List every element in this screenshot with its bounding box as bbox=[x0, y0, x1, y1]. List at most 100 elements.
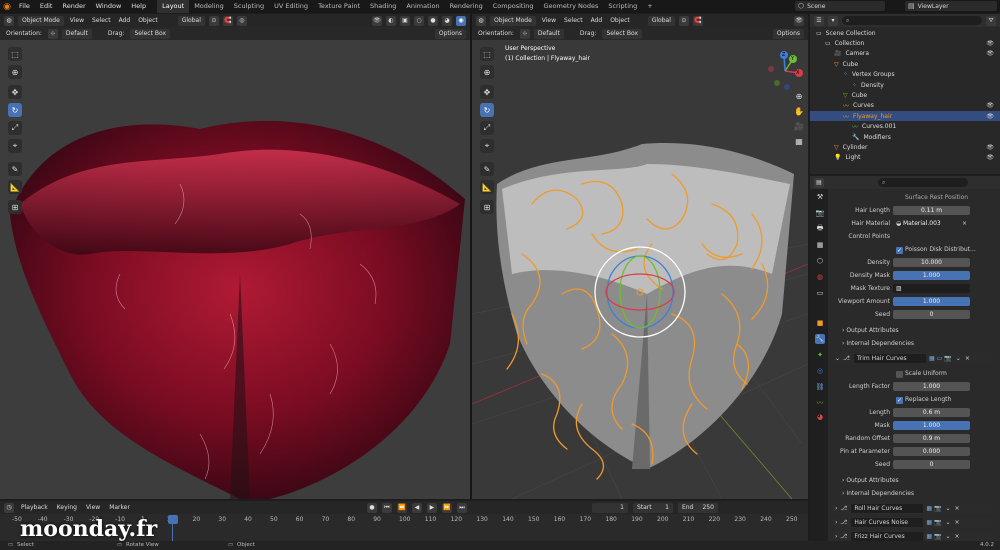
tab-compositing[interactable]: Compositing bbox=[488, 0, 539, 13]
outliner-row[interactable]: ▭ Scene Collection bbox=[810, 28, 1000, 38]
outliner-row[interactable]: 🎥 Camera 👁 bbox=[810, 49, 1000, 59]
camera-view-icon[interactable]: 🎥 bbox=[792, 119, 806, 133]
realtime-icon[interactable]: ▦ bbox=[926, 533, 932, 540]
outliner-row[interactable]: ▽ Cube bbox=[810, 59, 1000, 69]
rotate-tool-icon[interactable]: ↻ bbox=[480, 103, 494, 117]
tab-animation[interactable]: Animation bbox=[401, 0, 444, 13]
outliner-row[interactable]: 〰 Curves.001 bbox=[810, 122, 1000, 132]
tab-uv-editing[interactable]: UV Editing bbox=[269, 0, 313, 13]
particles-tab-icon[interactable]: ✦ bbox=[815, 350, 825, 360]
chevron-right-icon[interactable]: › bbox=[835, 519, 837, 526]
edit-mode-icon[interactable]: ▦ bbox=[929, 355, 935, 362]
mode-selector[interactable]: Object Mode bbox=[18, 15, 64, 26]
play-icon[interactable]: ▶ bbox=[426, 502, 437, 513]
visibility-eye-icon[interactable]: 👁 bbox=[986, 113, 994, 120]
render-tab-icon[interactable]: 📷 bbox=[815, 208, 825, 218]
seed-field[interactable]: 0 bbox=[893, 310, 970, 319]
measure-tool-icon[interactable]: 📐 bbox=[480, 180, 494, 194]
object-tab-icon[interactable]: ■ bbox=[815, 318, 825, 328]
menu-edit[interactable]: Edit bbox=[35, 0, 58, 13]
scene-selector[interactable]: ⬡ Scene bbox=[795, 1, 885, 11]
start-frame-field[interactable]: Start 1 bbox=[632, 502, 673, 513]
jump-end-icon[interactable]: ⏭ bbox=[456, 502, 467, 513]
render-icon[interactable]: 📷 bbox=[934, 533, 941, 540]
length-factor-field[interactable]: 1.000 bbox=[893, 382, 970, 391]
output-attributes-panel[interactable]: › Output Attributes bbox=[842, 477, 899, 484]
add-cube-tool-icon[interactable]: ⊞ bbox=[480, 200, 494, 214]
jump-start-icon[interactable]: ⏮ bbox=[381, 502, 392, 513]
pin-at-parameter-field[interactable]: 0.000 bbox=[893, 447, 970, 456]
data-tab-icon[interactable]: 〰 bbox=[815, 398, 825, 408]
drag-dropdown[interactable]: Select Box bbox=[130, 28, 171, 39]
filter-icon[interactable]: ⛛ bbox=[986, 15, 996, 26]
orientation-dropdown[interactable]: Default bbox=[533, 28, 564, 39]
visibility-eye-icon[interactable]: 👁 bbox=[986, 154, 994, 161]
trim-hair-curves-modifier[interactable]: ⌄ ⎇ Trim Hair Curves ▦ ▭ 📷 ⌄ × bbox=[833, 353, 993, 364]
rotate-tool-icon[interactable]: ↻ bbox=[8, 103, 22, 117]
pivot-icon[interactable]: ⊙ bbox=[678, 15, 689, 26]
shading-wire-icon[interactable]: ○ bbox=[414, 15, 424, 26]
menu-render[interactable]: Render bbox=[57, 0, 90, 13]
outliner-row[interactable]: 💡 Light 👁 bbox=[810, 153, 1000, 163]
scale-tool-icon[interactable]: ⤢ bbox=[8, 121, 22, 135]
options-button[interactable]: Options bbox=[772, 28, 804, 39]
replace-length-checkbox[interactable]: ✓ bbox=[896, 397, 903, 404]
delete-icon[interactable]: × bbox=[955, 505, 960, 512]
transform-tool-icon[interactable]: ⌖ bbox=[480, 139, 494, 153]
right-viewport[interactable]: User Perspective (1) Collection | Flyawa… bbox=[472, 14, 808, 499]
orientation-dropdown[interactable]: Default bbox=[61, 28, 92, 39]
properties-type-icon[interactable]: ▤ bbox=[814, 177, 824, 188]
drag-dropdown[interactable]: Select Box bbox=[602, 28, 643, 39]
chevron-right-icon[interactable]: › bbox=[835, 505, 837, 512]
properties-search-input[interactable]: ⌕ bbox=[878, 178, 968, 187]
realtime-icon[interactable]: ▦ bbox=[926, 505, 932, 512]
tab-modeling[interactable]: Modeling bbox=[189, 0, 229, 13]
proportional-icon[interactable]: ◎ bbox=[236, 15, 247, 26]
scale-tool-icon[interactable]: ⤢ bbox=[480, 121, 494, 135]
snap-icon[interactable]: 🧲 bbox=[692, 15, 703, 26]
menu-select[interactable]: Select bbox=[562, 17, 585, 24]
menu-add[interactable]: Add bbox=[117, 17, 133, 24]
outliner-row[interactable]: ⁘ Vertex Groups bbox=[810, 70, 1000, 80]
add-workspace-button[interactable]: + bbox=[642, 0, 657, 13]
select-box-tool-icon[interactable]: ⬚ bbox=[8, 47, 22, 61]
mask-texture-field[interactable]: ▨ bbox=[893, 284, 970, 293]
display-mode-icon[interactable]: ▾ bbox=[828, 15, 838, 26]
view-layer-tab-icon[interactable]: ▦ bbox=[815, 240, 825, 250]
zoom-icon[interactable]: ⊕ bbox=[792, 89, 806, 103]
current-frame-field[interactable]: 1 bbox=[591, 502, 628, 513]
timeline-type-icon[interactable]: ◷ bbox=[4, 502, 14, 513]
tab-sculpting[interactable]: Sculpting bbox=[229, 0, 269, 13]
render-icon[interactable]: 📷 bbox=[934, 505, 941, 512]
outliner-type-icon[interactable]: ☰ bbox=[814, 15, 824, 26]
modifier-tab-icon[interactable]: 🔧 bbox=[815, 334, 825, 344]
material-tab-icon[interactable]: ◕ bbox=[815, 412, 825, 422]
menu-add[interactable]: Add bbox=[589, 17, 605, 24]
measure-tool-icon[interactable]: 📐 bbox=[8, 180, 22, 194]
move-tool-icon[interactable]: ✥ bbox=[480, 85, 494, 99]
outliner-row[interactable]: ▽ Cube bbox=[810, 90, 1000, 100]
options-button[interactable]: Options bbox=[434, 28, 466, 39]
menu-help[interactable]: Help bbox=[126, 0, 151, 13]
end-frame-field[interactable]: End 250 bbox=[677, 502, 718, 513]
next-key-icon[interactable]: ⏩ bbox=[441, 502, 452, 513]
play-reverse-icon[interactable]: ◀ bbox=[411, 502, 422, 513]
modifier-name-field[interactable]: Trim Hair Curves bbox=[853, 354, 926, 363]
outliner-row[interactable]: ▭ Collection 👁 bbox=[810, 38, 1000, 48]
mode-selector[interactable]: Object Mode bbox=[490, 15, 536, 26]
density-field[interactable]: 10.000 bbox=[893, 258, 970, 267]
scene-tab-icon[interactable]: ⬡ bbox=[815, 256, 825, 266]
menu-window[interactable]: Window bbox=[91, 0, 127, 13]
delete-icon[interactable]: × bbox=[955, 533, 960, 540]
transform-tool-icon[interactable]: ⌖ bbox=[8, 139, 22, 153]
menu-marker[interactable]: Marker bbox=[107, 504, 132, 511]
shading-rendered-icon[interactable]: ◉ bbox=[456, 15, 466, 26]
menu-object[interactable]: Object bbox=[136, 17, 160, 24]
move-tool-icon[interactable]: ✥ bbox=[8, 85, 22, 99]
mask-field[interactable]: 1.000 bbox=[893, 421, 970, 430]
annotate-tool-icon[interactable]: ✎ bbox=[480, 162, 494, 176]
visibility-icon[interactable]: 👁 bbox=[794, 15, 804, 26]
left-viewport[interactable] bbox=[0, 14, 470, 499]
outliner-search-input[interactable]: ⌕ bbox=[842, 16, 982, 25]
tab-rendering[interactable]: Rendering bbox=[445, 0, 488, 13]
